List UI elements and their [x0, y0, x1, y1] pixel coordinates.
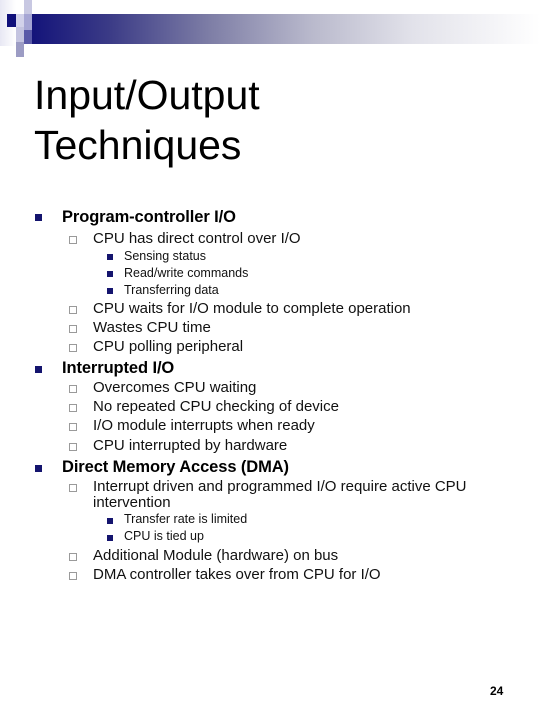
square-bullet-icon [107, 288, 113, 294]
list-item: CPU polling peripheral [93, 338, 244, 355]
square-bullet-icon [107, 271, 113, 277]
header-decoration [0, 0, 540, 60]
slide-title: Input/Output Techniques [34, 70, 260, 170]
square-bullet-icon [107, 254, 113, 260]
title-line: Techniques [34, 122, 242, 168]
sub-list-item: Sensing status [124, 249, 206, 263]
list-item: Wastes CPU time [93, 319, 211, 336]
hollow-square-bullet-icon [69, 404, 77, 412]
list-item-continuation: intervention [93, 494, 171, 511]
list-item: No repeated CPU checking of device [93, 398, 339, 415]
list-item: Additional Module (hardware) on bus [93, 547, 339, 564]
square-bullet-icon [35, 465, 42, 472]
hollow-square-bullet-icon [69, 306, 77, 314]
deco-square [7, 14, 16, 27]
square-bullet-icon [35, 366, 42, 373]
hollow-square-bullet-icon [69, 236, 77, 244]
title-line: Input/Output [34, 72, 260, 118]
deco-square [16, 42, 24, 57]
square-bullet-icon [107, 535, 113, 541]
hollow-square-bullet-icon [69, 572, 77, 580]
deco-square [24, 30, 32, 44]
hollow-square-bullet-icon [69, 344, 77, 352]
hollow-square-bullet-icon [69, 325, 77, 333]
list-item: DMA controller takes over from CPU for I… [93, 566, 381, 583]
section-heading: Interrupted I/O [62, 359, 175, 377]
deco-square [24, 14, 32, 30]
sub-list-item: CPU is tied up [124, 529, 204, 543]
hollow-square-bullet-icon [69, 423, 77, 431]
deco-square [16, 14, 24, 27]
list-item: Overcomes CPU waiting [93, 379, 257, 396]
page-number: 24 [490, 684, 504, 698]
sub-list-item: Transferring data [124, 283, 219, 297]
list-item: I/O module interrupts when ready [93, 417, 315, 434]
list-item: CPU waits for I/O module to complete ope… [93, 300, 411, 317]
list-item: CPU interrupted by hardware [93, 437, 288, 454]
hollow-square-bullet-icon [69, 443, 77, 451]
sub-list-item: Transfer rate is limited [124, 512, 248, 526]
list-item: CPU has direct control over I/O [93, 230, 301, 247]
square-bullet-icon [107, 518, 113, 524]
deco-square [24, 0, 32, 14]
hollow-square-bullet-icon [69, 484, 77, 492]
section-heading: Direct Memory Access (DMA) [62, 458, 289, 476]
square-bullet-icon [35, 214, 42, 221]
hollow-square-bullet-icon [69, 385, 77, 393]
header-gradient-bar [32, 14, 540, 44]
hollow-square-bullet-icon [69, 553, 77, 561]
sub-list-item: Read/write commands [124, 266, 249, 280]
list-item: Interrupt driven and programmed I/O requ… [93, 478, 467, 495]
section-heading: Program-controller I/O [62, 208, 236, 226]
deco-square [16, 27, 24, 42]
